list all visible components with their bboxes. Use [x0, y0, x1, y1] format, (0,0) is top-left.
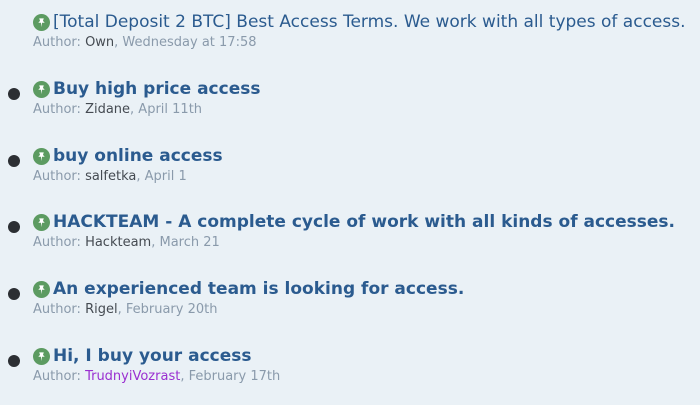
unread-dot	[8, 355, 20, 367]
thread-date: , Wednesday at 17:58	[114, 35, 257, 50]
author-link[interactable]: TrudnyiVozrast	[85, 369, 180, 384]
thread-meta: Author: Rigel, February 20th	[33, 302, 217, 318]
thread-date: , February 20th	[117, 302, 218, 317]
unread-dot	[8, 88, 20, 100]
pin-icon	[33, 14, 50, 31]
thread-meta: Author: Own, Wednesday at 17:58	[33, 35, 257, 51]
pin-icon	[33, 348, 50, 365]
author-label: Author:	[33, 302, 86, 317]
unread-dot	[8, 155, 20, 167]
thread-title[interactable]: Buy high price access	[53, 78, 260, 100]
thread-title[interactable]: [Total Deposit 2 BTC] Best Access Terms.…	[53, 11, 686, 33]
pin-icon	[33, 81, 50, 98]
author-label: Author:	[33, 369, 86, 384]
thread-date: , March 21	[151, 235, 220, 250]
pin-icon	[33, 214, 50, 231]
thread-item: [Total Deposit 2 BTC] Best Access Terms.…	[0, 11, 700, 71]
author-label: Author:	[33, 35, 86, 50]
author-link[interactable]: Zidane	[85, 102, 130, 117]
thread-title[interactable]: buy online access	[53, 145, 223, 167]
author-label: Author:	[33, 169, 86, 184]
author-label: Author:	[33, 235, 86, 250]
thread-title[interactable]: HACKTEAM - A complete cycle of work with…	[53, 211, 675, 233]
thread-date: , February 17th	[180, 369, 281, 384]
author-label: Author:	[33, 102, 86, 117]
thread-title[interactable]: Hi, I buy your access	[53, 345, 252, 367]
thread-date: , April 1	[136, 169, 187, 184]
thread-meta: Author: Hackteam, March 21	[33, 235, 220, 251]
thread-item: An experienced team is looking for acces…	[0, 278, 700, 338]
pin-icon	[33, 281, 50, 298]
thread-meta: Author: salfetka, April 1	[33, 169, 187, 185]
author-link[interactable]: salfetka	[85, 169, 136, 184]
unread-dot	[8, 221, 20, 233]
thread-item: Hi, I buy your access Author: TrudnyiVoz…	[0, 345, 700, 405]
author-link[interactable]: Hackteam	[85, 235, 151, 250]
thread-date: , April 11th	[130, 102, 203, 117]
thread-item: Buy high price access Author: Zidane, Ap…	[0, 78, 700, 138]
thread-item: HACKTEAM - A complete cycle of work with…	[0, 211, 700, 271]
unread-dot	[8, 288, 20, 300]
thread-title[interactable]: An experienced team is looking for acces…	[53, 278, 464, 300]
author-link[interactable]: Rigel	[85, 302, 118, 317]
thread-list: [Total Deposit 2 BTC] Best Access Terms.…	[0, 0, 700, 400]
author-link[interactable]: Own	[85, 35, 114, 50]
thread-meta: Author: TrudnyiVozrast, February 17th	[33, 369, 280, 385]
thread-meta: Author: Zidane, April 11th	[33, 102, 202, 118]
pin-icon	[33, 148, 50, 165]
thread-item: buy online access Author: salfetka, Apri…	[0, 145, 700, 205]
